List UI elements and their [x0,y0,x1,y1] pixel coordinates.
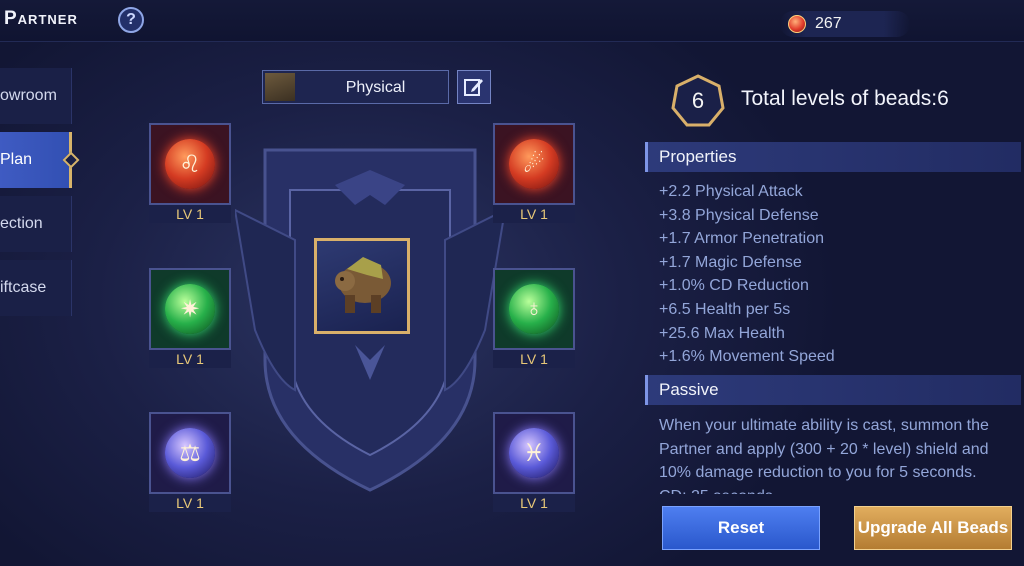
bead-level: LV 1 [149,205,231,223]
sidebar-item-label: Plan [0,151,33,168]
property-item: +1.6% Movement Speed [659,348,835,366]
property-item: +1.7 Magic Defense [659,253,802,271]
bead-level: LV 1 [493,494,575,512]
property-item: +1.7 Armor Penetration [659,230,824,248]
question-mark-icon[interactable]: ? [118,7,144,33]
scales-bead-icon: ⚖ [165,428,215,478]
sidebar-item-label: owroom [0,87,57,104]
bead-slot[interactable]: ✷ LV 1 [149,268,231,368]
sidebar-item-showroom[interactable]: owroom [0,68,72,124]
property-item: +2.2 Physical Attack [659,183,803,200]
star-bead-icon: ✷ [165,284,215,334]
total-level-badge: 6 [671,74,725,128]
sidebar-item-label: iftcase [0,279,47,296]
bead-level: LV 1 [493,350,575,368]
red-gem-icon [788,15,806,33]
bead-details-panel: 6 Total levels of beads:6 Properties +2.… [645,52,1024,566]
passive-description[interactable]: When your ultimate ability is cast, summ… [659,414,994,494]
selected-diamond-icon [62,151,80,169]
partner-selector[interactable]: Physical [262,70,449,104]
bead-slot[interactable]: ☄ LV 1 [493,123,575,223]
upgrade-all-beads-button[interactable]: Upgrade All Beads [854,506,1012,550]
properties-list: +2.2 Physical Attack +3.8 Physical Defen… [659,180,835,369]
sidebar-item-giftcase[interactable]: iftcase [0,260,72,316]
property-item: +6.5 Health per 5s [659,300,791,318]
bead-level: LV 1 [149,494,231,512]
partner-portrait[interactable] [314,238,410,334]
properties-heading: Properties [645,142,1021,172]
fish-bead-icon: ♓ [509,428,559,478]
property-item: +25.6 Max Health [659,324,785,342]
total-level-value: 6 [691,88,705,113]
property-item: +3.8 Physical Defense [659,206,819,224]
lion-bead-icon: ♌ [165,139,215,189]
sidebar-item-label: ection [0,215,43,232]
beast-bead-icon: ☄ [509,139,559,189]
planet-bead-icon: ♁ [509,284,559,334]
bead-slot[interactable]: ♓ LV 1 [493,412,575,512]
bead-slot[interactable]: ♌ LV 1 [149,123,231,223]
currency-value: 267 [815,15,842,32]
total-levels-label: Total levels of beads:6 [741,87,949,110]
page-title: Partner [4,8,78,29]
bead-slot[interactable]: ⚖ LV 1 [149,412,231,512]
bead-level: LV 1 [149,350,231,368]
edit-pencil-icon[interactable] [457,70,491,104]
passive-heading: Passive [645,375,1021,405]
property-item: +1.0% CD Reduction [659,277,809,295]
top-bar: Partner ? 267 [0,0,1024,42]
reset-button[interactable]: Reset [662,506,820,550]
bead-level: LV 1 [493,205,575,223]
turtle-partner-icon [335,257,391,313]
partner-thumbnail [265,73,295,101]
sidebar-item-collection[interactable]: ection [0,196,72,252]
bead-slot[interactable]: ♁ LV 1 [493,268,575,368]
sidebar-item-plan[interactable]: Plan [0,132,80,188]
currency-display: 267 [780,11,910,37]
partner-name: Physical [345,79,406,96]
